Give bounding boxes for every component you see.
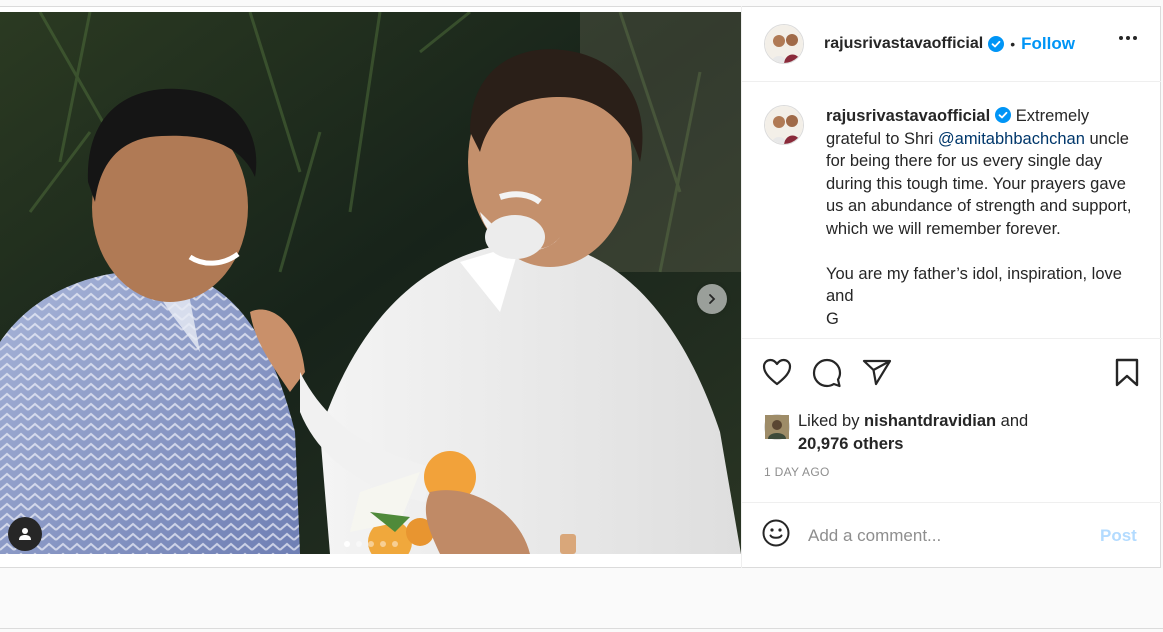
- user-tag-button[interactable]: [8, 517, 42, 551]
- post-sidebar: rajusrivastavaofficial • Follow rajusriv…: [741, 6, 1162, 568]
- avatar-image: [765, 24, 803, 63]
- caption-text: rajusrivastavaofficial Extremely gratefu…: [826, 105, 1136, 330]
- comment-bar: Post: [742, 502, 1162, 568]
- next-slide-button[interactable]: [697, 284, 727, 314]
- post-username[interactable]: rajusrivastavaofficial: [824, 35, 983, 53]
- bookmark-icon: [1115, 358, 1139, 387]
- likes-others-link[interactable]: 20,976 others: [798, 435, 903, 453]
- user-icon: [19, 528, 31, 540]
- more-options-icon[interactable]: [1119, 36, 1137, 40]
- comment-input[interactable]: [808, 525, 1078, 546]
- carousel-indicators: [344, 541, 398, 547]
- verified-badge-icon: [988, 35, 1005, 52]
- follow-button[interactable]: Follow: [1021, 34, 1075, 54]
- carousel-dot: [380, 541, 386, 547]
- post-photo[interactable]: [0, 12, 741, 554]
- likes-prefix: Liked by: [798, 412, 865, 430]
- carousel-dot: [392, 541, 398, 547]
- caption: rajusrivastavaofficial Extremely gratefu…: [764, 105, 1136, 330]
- share-button[interactable]: [862, 358, 892, 391]
- paper-plane-icon: [862, 359, 892, 386]
- post-timestamp[interactable]: 1 DAY AGO: [764, 465, 830, 479]
- caption-cutoff: G: [826, 309, 839, 328]
- avatar-image: [765, 415, 789, 439]
- post-header: rajusrivastavaofficial • Follow: [742, 6, 1161, 82]
- liker-username[interactable]: nishantdravidian: [864, 412, 996, 430]
- separator: •: [1010, 35, 1016, 52]
- chevron-right-icon: [709, 294, 716, 304]
- caption-paragraph-2: You are my father’s idol, inspiration, l…: [826, 264, 1122, 306]
- page: rajusrivastavaofficial • Follow rajusriv…: [0, 0, 1163, 632]
- carousel-dot: [368, 541, 374, 547]
- save-button[interactable]: [1114, 358, 1140, 393]
- likes-text: Liked by nishantdravidian and 20,976 oth…: [798, 410, 1028, 456]
- action-bar: [742, 358, 1162, 394]
- liker-avatar[interactable]: [764, 414, 790, 440]
- caption-area[interactable]: rajusrivastavaofficial Extremely gratefu…: [742, 83, 1162, 339]
- avatar[interactable]: [764, 23, 804, 64]
- comment-button[interactable]: [812, 358, 842, 393]
- emoji-button[interactable]: [762, 519, 790, 552]
- mention-link[interactable]: @amitabhbachchan: [938, 130, 1085, 148]
- likes-and: and: [996, 412, 1029, 430]
- emoji-icon: [762, 519, 790, 547]
- like-button[interactable]: [762, 358, 792, 391]
- post-comment-button[interactable]: Post: [1100, 526, 1137, 546]
- caption-avatar[interactable]: [764, 105, 804, 145]
- carousel-dot: [356, 541, 362, 547]
- heart-icon: [762, 358, 792, 386]
- avatar-image: [765, 106, 803, 144]
- caption-username[interactable]: rajusrivastavaofficial: [826, 107, 990, 125]
- divider: [0, 628, 1163, 629]
- verified-badge-icon: [995, 107, 1012, 123]
- likes-summary: Liked by nishantdravidian and 20,976 oth…: [764, 410, 1028, 456]
- carousel-dot: [344, 541, 350, 547]
- photo-illustration: [0, 12, 741, 554]
- comment-icon: [812, 358, 842, 388]
